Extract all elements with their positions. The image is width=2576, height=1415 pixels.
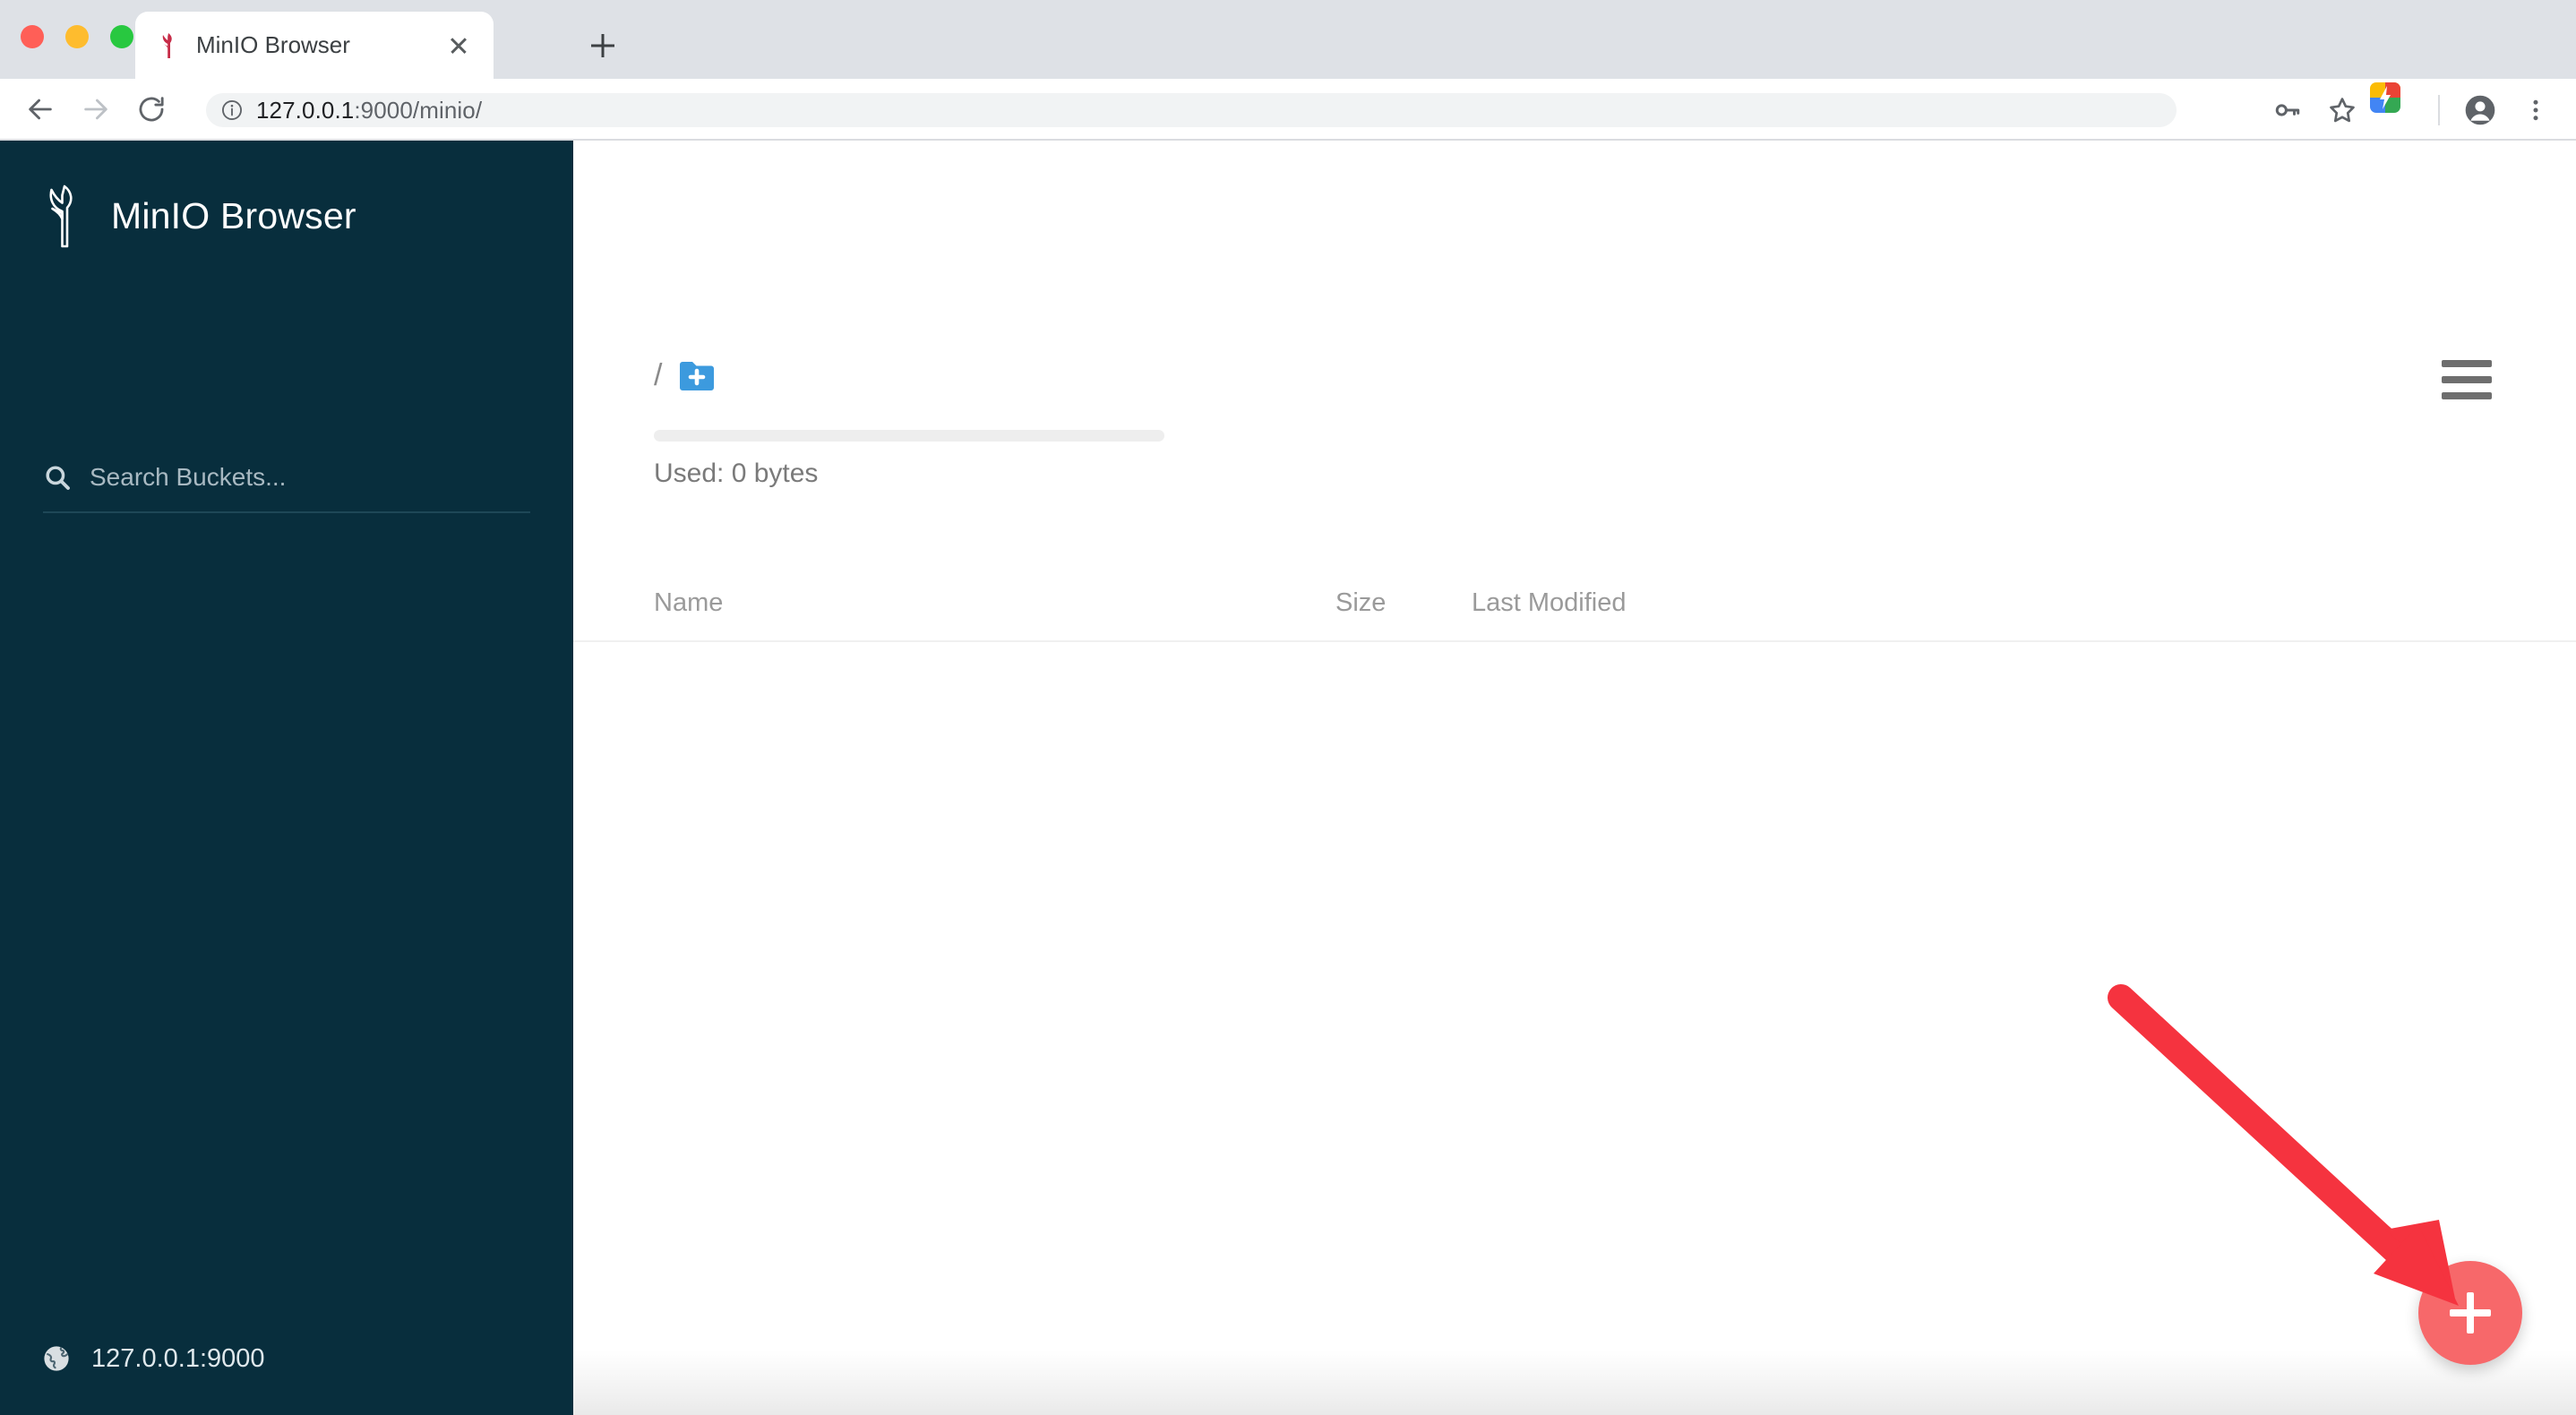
sidebar: MinIO Browser Search Buckets... 127.0.0.… <box>0 141 573 1415</box>
new-tab-button[interactable] <box>584 27 622 64</box>
back-button[interactable] <box>13 81 68 137</box>
address-bar-text: 127.0.0.1:9000/minio/ <box>256 97 482 124</box>
breadcrumb: / <box>654 358 716 393</box>
globe-icon <box>41 1343 72 1374</box>
avatar-icon[interactable] <box>2452 82 2508 138</box>
window-maximize-button[interactable] <box>110 25 133 48</box>
hamburger-menu-icon[interactable] <box>2442 360 2492 399</box>
window-close-button[interactable] <box>21 25 44 48</box>
search-buckets-field[interactable]: Search Buckets... <box>43 463 530 513</box>
arrow-right-icon <box>84 99 107 119</box>
window-minimize-button[interactable] <box>65 25 89 48</box>
minio-browser-app: MinIO Browser Search Buckets... 127.0.0.… <box>0 141 2576 1415</box>
forward-button[interactable] <box>68 81 124 137</box>
reload-icon <box>139 96 164 121</box>
main-content: / Used: 0 bytes Name Size Last Modified <box>573 141 2576 1415</box>
arrow-left-icon <box>29 99 52 119</box>
info-circle-icon[interactable] <box>220 99 244 122</box>
key-icon[interactable] <box>2259 82 2314 138</box>
create-bucket-fab[interactable] <box>2418 1261 2522 1365</box>
browser-toolbar: 127.0.0.1:9000/minio/ <box>0 79 2576 141</box>
toolbar-divider <box>2438 94 2440 125</box>
reload-button[interactable] <box>124 81 179 137</box>
tab-title: MinIO Browser <box>196 31 350 58</box>
window-controls <box>21 25 133 48</box>
address-bar[interactable]: 127.0.0.1:9000/minio/ <box>206 93 2177 127</box>
column-header-name[interactable]: Name <box>654 588 723 618</box>
browser-tab-bar: MinIO Browser <box>0 0 2576 79</box>
column-header-size[interactable]: Size <box>1335 588 1386 618</box>
search-icon <box>43 463 72 492</box>
object-table-header: Name Size Last Modified <box>573 579 2576 642</box>
google-extension-icon[interactable] <box>2370 81 2426 138</box>
search-input-placeholder: Search Buckets... <box>90 463 287 491</box>
brand: MinIO Browser <box>41 184 356 248</box>
hamburger-bar <box>2442 376 2492 383</box>
content-bottom-fade <box>573 1351 2576 1415</box>
close-icon[interactable] <box>443 30 474 61</box>
breadcrumb-separator: / <box>654 358 663 392</box>
browser-tab[interactable]: MinIO Browser <box>135 12 494 79</box>
minio-flamingo-logo <box>41 184 84 248</box>
hamburger-bar <box>2442 360 2492 367</box>
star-icon[interactable] <box>2314 82 2370 138</box>
storage-usage-label: Used: 0 bytes <box>654 459 819 488</box>
folder-add-icon[interactable] <box>678 360 716 392</box>
sidebar-host-label: 127.0.0.1:9000 <box>91 1343 265 1373</box>
toolbar-actions <box>2259 79 2563 141</box>
sidebar-footer: 127.0.0.1:9000 <box>41 1343 265 1374</box>
hamburger-bar <box>2442 392 2492 399</box>
column-header-last-modified[interactable]: Last Modified <box>1472 588 1627 618</box>
three-dots-vertical-icon[interactable] <box>2508 82 2563 138</box>
minio-flamingo-icon <box>155 31 182 60</box>
browser-window: MinIO Browser 127.0.0.1:9000/minio/ MinI… <box>0 0 2576 1415</box>
url-path: :9000/minio/ <box>354 96 483 124</box>
brand-title: MinIO Browser <box>111 194 356 236</box>
url-host: 127.0.0.1 <box>256 96 355 124</box>
storage-usage-bar <box>654 430 1164 442</box>
